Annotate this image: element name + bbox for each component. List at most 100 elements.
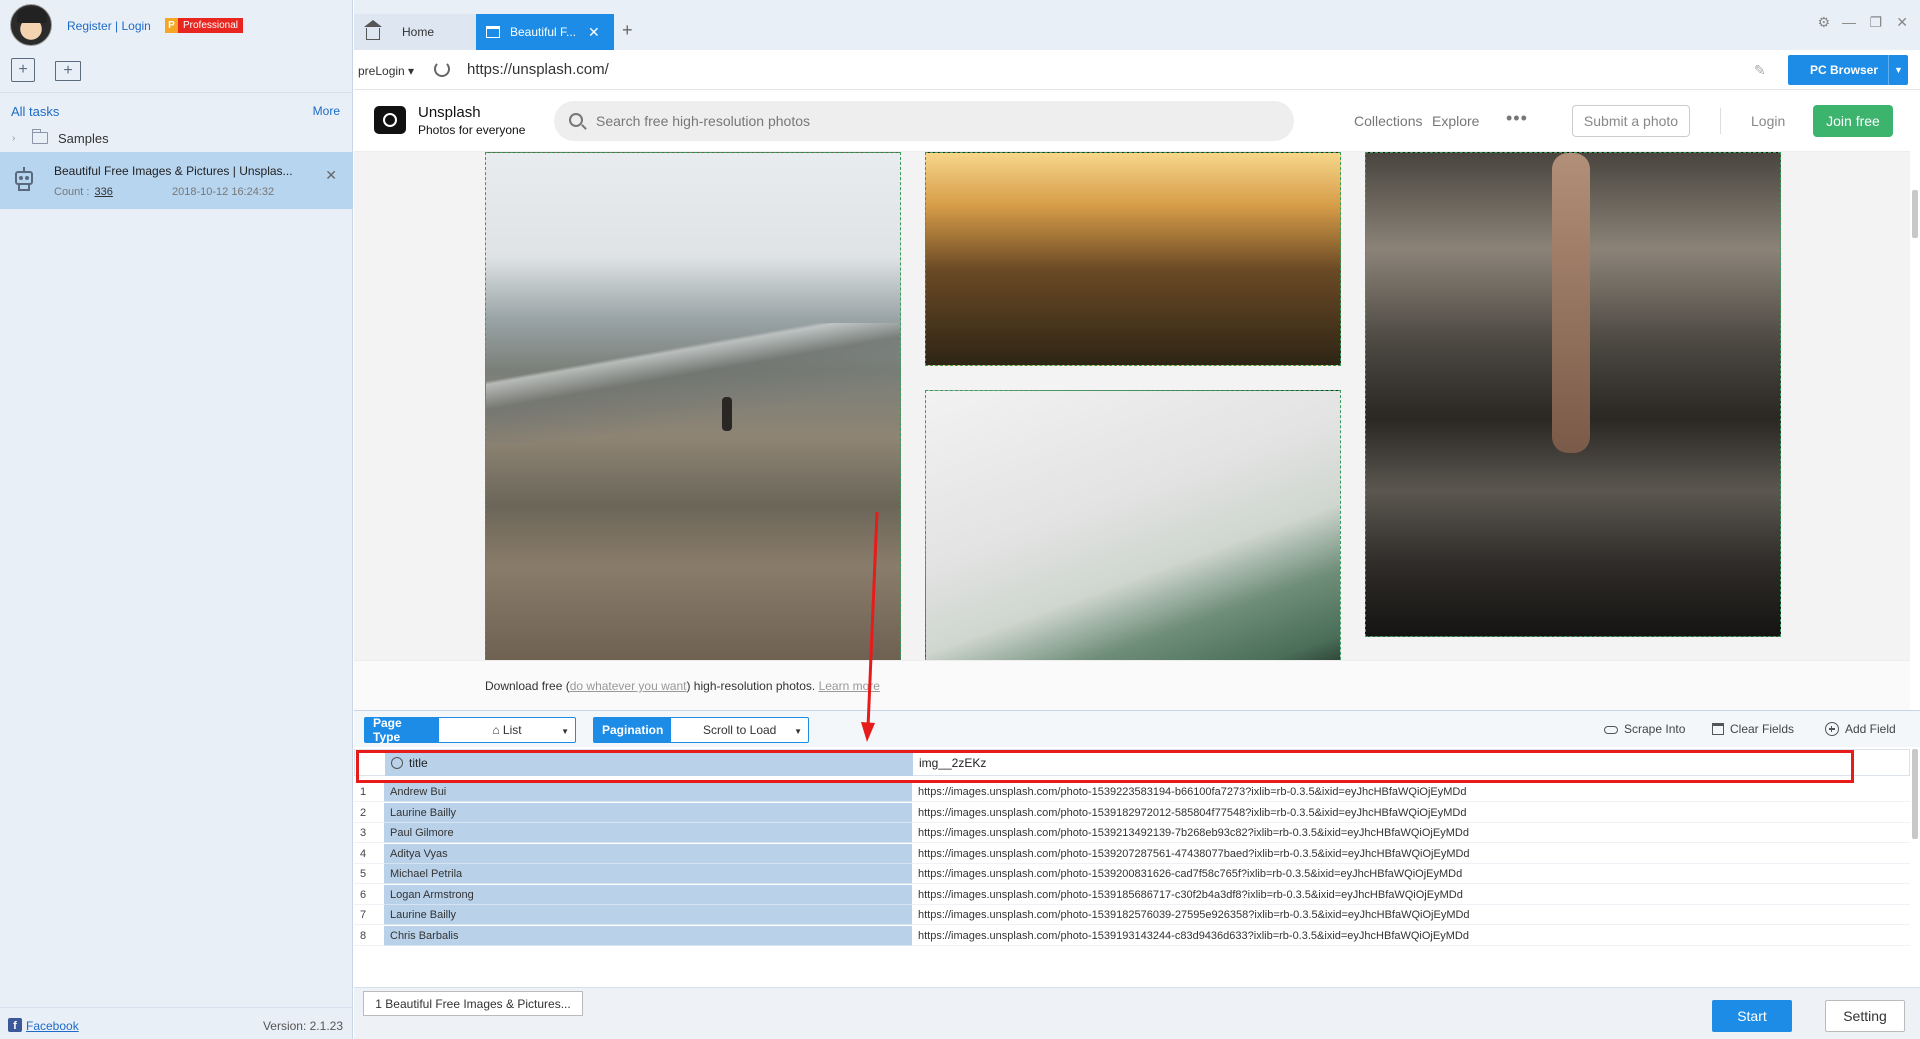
address-bar: preLogin ▾ https://unsplash.com/ ✎ PC Br… — [354, 50, 1920, 90]
table-row[interactable]: 4 Aditya Vyas https://images.unsplash.com/… — [354, 843, 1910, 864]
start-button[interactable]: Start — [1712, 1000, 1792, 1032]
join-free-button[interactable]: Join free — [1813, 105, 1893, 137]
new-tab-icon[interactable]: + — [622, 20, 633, 41]
tab-home-label: Home — [402, 25, 435, 39]
table-row[interactable]: 7 Laurine Bailly https://images.unsplash.c… — [354, 905, 1910, 925]
cell-title[interactable]: Aditya Vyas — [384, 843, 912, 864]
gear-icon[interactable]: ⚙ — [1817, 14, 1830, 31]
restore-window-icon[interactable]: ❐ — [1869, 14, 1882, 31]
table-row[interactable]: 2 Laurine Bailly https://images.unsplash.c… — [354, 802, 1910, 823]
data-panel: Page Type ⌂ List ▼ Pagination Scroll to … — [354, 710, 1920, 1039]
main-area: Home Beautiful F... ✕ + ⚙ — ❐ ✕ preLogin… — [354, 0, 1920, 1039]
pagination-select[interactable]: Pagination Scroll to Load ▼ — [593, 717, 809, 743]
tab-active-page[interactable]: Beautiful F... ✕ — [476, 14, 614, 50]
pc-browser-button[interactable]: PC Browser ▼ — [1788, 55, 1908, 85]
cell-img-url[interactable]: https://images.unsplash.com/photo-153918… — [918, 807, 1467, 819]
table-row[interactable]: 3 Paul Gilmore https://images.unsplash.com… — [354, 823, 1910, 843]
embedded-webpage: Unsplash Photos for everyone Collections… — [354, 90, 1910, 710]
scrape-into-button[interactable]: Scrape Into — [1604, 722, 1685, 736]
pagination-value-box[interactable]: Scroll to Load ▼ — [671, 718, 808, 742]
cell-img-url[interactable]: https://images.unsplash.com/photo-153922… — [918, 786, 1467, 798]
pagination-value: Scroll to Load — [702, 723, 777, 737]
facebook-link[interactable]: Facebook — [26, 1019, 79, 1033]
pencil-icon[interactable]: ✎ — [1754, 62, 1766, 79]
cell-img-url[interactable]: https://images.unsplash.com/photo-153920… — [918, 868, 1462, 880]
register-login-link[interactable]: Register | Login — [67, 19, 151, 33]
download-prefix: Download free ( — [485, 679, 570, 693]
cell-title[interactable]: Andrew Bui — [384, 782, 912, 802]
new-folder-icon[interactable]: + — [55, 61, 81, 81]
reload-icon[interactable] — [434, 61, 450, 77]
more-link[interactable]: More — [313, 104, 340, 118]
setting-button[interactable]: Setting — [1825, 1000, 1905, 1032]
folder-icon — [32, 129, 48, 144]
row-index: 5 — [360, 868, 367, 880]
grid-scrollbar[interactable] — [1912, 749, 1918, 839]
avatar[interactable] — [10, 4, 52, 46]
url-field[interactable]: https://unsplash.com/ — [467, 61, 609, 78]
cell-title[interactable]: Laurine Bailly — [384, 802, 912, 823]
nav-collections[interactable]: Collections — [1354, 113, 1422, 129]
task-count: Count : 336 — [54, 186, 113, 198]
download-link[interactable]: do whatever you want — [570, 679, 687, 693]
samples-folder[interactable]: › Samples — [0, 127, 353, 149]
table-row[interactable]: 6 Logan Armstrong https://images.unsplash.… — [354, 884, 1910, 905]
cell-img-url[interactable]: https://images.unsplash.com/photo-153920… — [918, 848, 1470, 860]
new-task-icon[interactable]: + — [11, 58, 35, 82]
facebook-icon[interactable]: f — [8, 1018, 22, 1032]
all-tasks-link[interactable]: All tasks — [11, 104, 59, 119]
cell-img-url[interactable]: https://images.unsplash.com/photo-153921… — [918, 827, 1469, 839]
webpage-scrollbar[interactable] — [1912, 190, 1918, 238]
camera-logo-icon[interactable] — [374, 106, 406, 134]
more-options-icon[interactable]: ••• — [1506, 108, 1528, 129]
cell-title[interactable]: Chris Barbalis — [384, 925, 912, 946]
task-title: Beautiful Free Images & Pictures | Unspl… — [54, 164, 293, 178]
tab-home[interactable]: Home — [354, 14, 476, 50]
cell-img-url[interactable]: https://images.unsplash.com/photo-153918… — [918, 909, 1470, 921]
photo-woman-sea[interactable] — [1365, 152, 1781, 637]
minimize-icon[interactable]: — — [1842, 14, 1856, 30]
table-row[interactable]: 5 Michael Petrila https://images.unsplash.… — [354, 864, 1910, 884]
page-type-value-box[interactable]: ⌂ List ▼ — [439, 718, 575, 742]
site-brand[interactable]: Unsplash — [418, 104, 481, 121]
photo-mountain-hiker[interactable] — [485, 152, 901, 672]
chevron-down-icon[interactable]: ▼ — [794, 727, 802, 736]
photo-palm-leaves[interactable] — [925, 390, 1341, 680]
site-search-input[interactable] — [596, 111, 1276, 131]
table-row[interactable]: 8 Chris Barbalis https://images.unsplash.c… — [354, 925, 1910, 946]
chevron-right-icon[interactable]: › — [12, 133, 24, 144]
site-search-box[interactable] — [554, 101, 1294, 141]
chevron-down-icon[interactable]: ▼ — [561, 727, 569, 736]
cell-title[interactable]: Paul Gilmore — [384, 823, 912, 843]
learn-more-link[interactable]: Learn more — [819, 679, 880, 693]
tab-active-label: Beautiful F... — [510, 25, 577, 39]
prelogin-label: preLogin — [358, 64, 405, 78]
add-field-button[interactable]: Add Field — [1825, 722, 1896, 736]
add-field-label: Add Field — [1845, 722, 1896, 736]
submit-photo-button[interactable]: Submit a photo — [1572, 105, 1690, 137]
sheet-tab[interactable]: 1 Beautiful Free Images & Pictures... — [363, 991, 583, 1016]
cell-title[interactable]: Michael Petrila — [384, 864, 912, 884]
nav-explore[interactable]: Explore — [1432, 113, 1479, 129]
chevron-down-icon[interactable]: ▼ — [1888, 55, 1908, 85]
table-row[interactable]: 1 Andrew Bui https://images.unsplash.com/p… — [354, 782, 1910, 802]
cell-img-url[interactable]: https://images.unsplash.com/photo-153918… — [918, 889, 1463, 901]
cell-title[interactable]: Laurine Bailly — [384, 905, 912, 925]
clear-fields-button[interactable]: Clear Fields — [1712, 722, 1794, 736]
site-login-link[interactable]: Login — [1751, 113, 1785, 129]
site-header: Unsplash Photos for everyone Collections… — [354, 90, 1910, 152]
cell-title[interactable]: Logan Armstrong — [384, 884, 912, 905]
task-item[interactable]: Beautiful Free Images & Pictures | Unspl… — [0, 152, 353, 209]
scrape-into-label: Scrape Into — [1624, 722, 1686, 736]
close-window-icon[interactable]: ✕ — [1896, 14, 1908, 31]
photo-beach-sunset[interactable] — [925, 152, 1341, 366]
task-count-value[interactable]: 336 — [95, 186, 113, 198]
row-index: 2 — [360, 806, 367, 819]
cell-img-url[interactable]: https://images.unsplash.com/photo-153919… — [918, 930, 1469, 942]
row-index: 4 — [360, 847, 367, 860]
page-type-select[interactable]: Page Type ⌂ List ▼ — [364, 716, 576, 744]
close-tab-icon[interactable]: ✕ — [588, 24, 600, 41]
close-icon[interactable]: ✕ — [325, 167, 337, 184]
prelogin-dropdown[interactable]: preLogin ▾ — [358, 64, 414, 78]
row-index: 1 — [360, 786, 367, 798]
